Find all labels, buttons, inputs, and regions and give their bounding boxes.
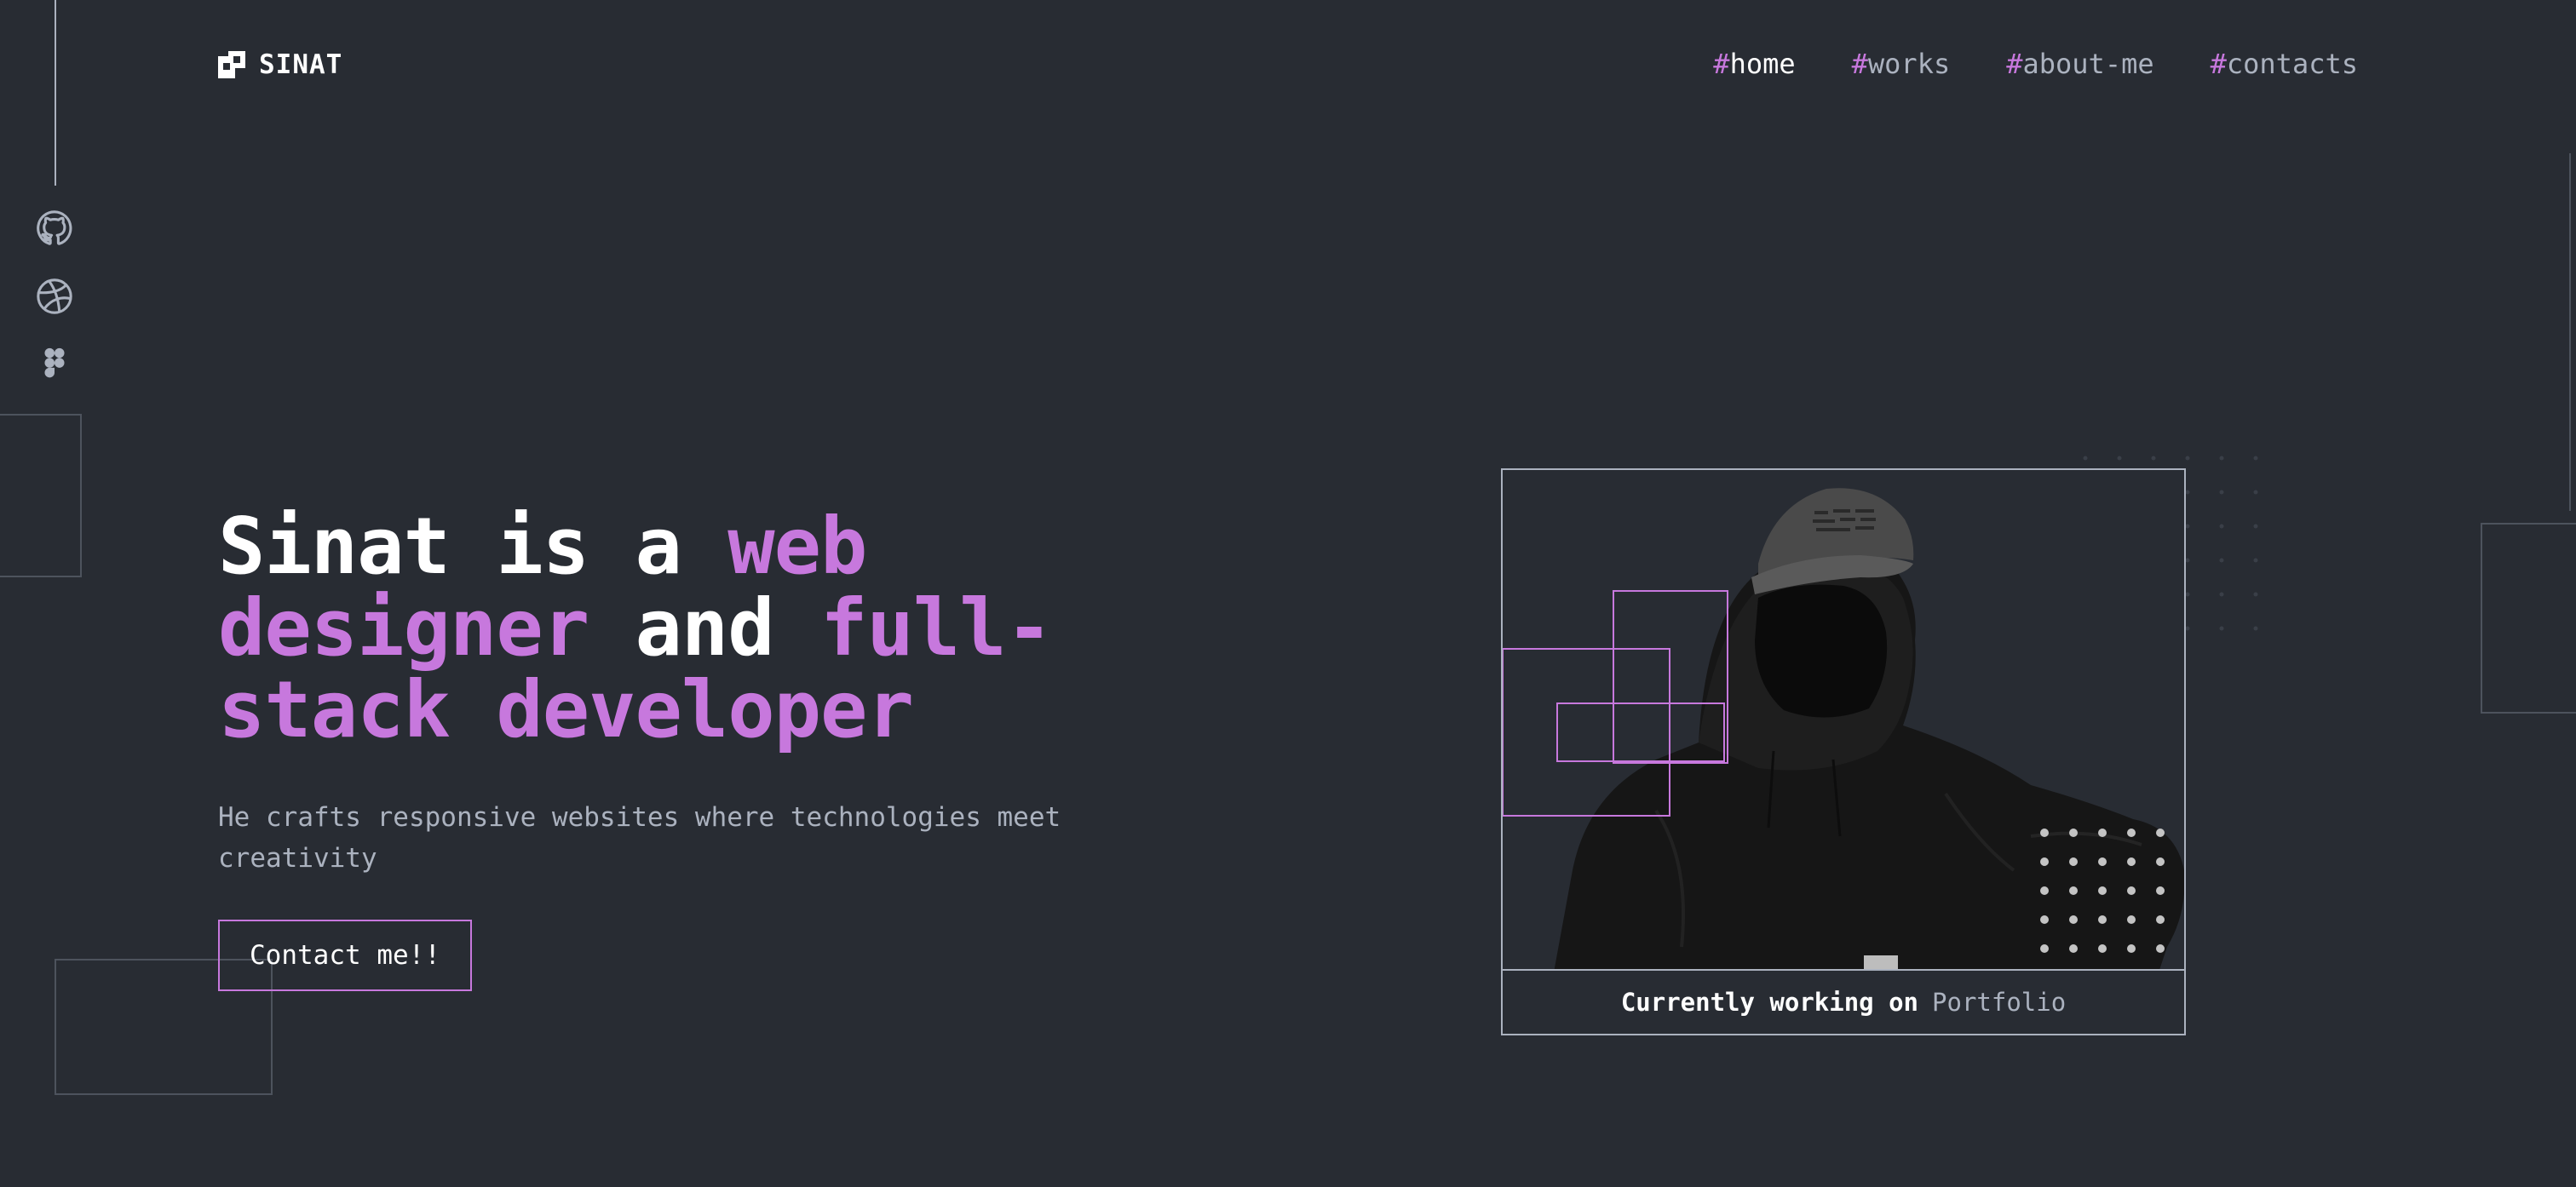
nav-label-works: works xyxy=(1867,48,1951,80)
logo[interactable]: SINAT xyxy=(218,49,342,80)
nav-label-about-me: about-me xyxy=(2022,48,2154,80)
status-project-name: Portfolio xyxy=(1932,988,2067,1017)
main-nav: #home #works #about-me #contacts xyxy=(1713,48,2358,80)
hero-subtitle: He crafts responsive websites where tech… xyxy=(218,802,1061,874)
nav-item-about-me[interactable]: #about-me xyxy=(2006,48,2153,80)
nav-hash: # xyxy=(1851,48,1868,80)
contact-me-button[interactable]: Contact me!! xyxy=(218,920,472,991)
hero-image-card xyxy=(1501,468,2186,971)
logo-text: SINAT xyxy=(259,49,343,80)
hero-portrait-image xyxy=(1503,488,2184,969)
logo-icon xyxy=(218,51,245,78)
github-icon[interactable] xyxy=(34,208,75,249)
decorative-line-right xyxy=(2569,153,2571,511)
decorative-box-left xyxy=(0,414,82,577)
headline-part: Sinat is a xyxy=(218,501,728,592)
media-divider-line xyxy=(55,0,56,186)
figma-icon[interactable] xyxy=(34,344,75,385)
nav-hash: # xyxy=(2210,48,2227,80)
nav-item-works[interactable]: #works xyxy=(1852,48,1951,80)
current-project-status: Currently working on Portfolio xyxy=(1501,971,2186,1035)
nav-item-home[interactable]: #home xyxy=(1713,48,1795,80)
headline-part: and xyxy=(589,582,821,674)
nav-hash: # xyxy=(2006,48,2023,80)
hooded-figure xyxy=(1554,488,2184,969)
nav-hash: # xyxy=(1713,48,1730,80)
nav-item-contacts[interactable]: #contacts xyxy=(2211,48,2358,80)
nav-label-home: home xyxy=(1729,48,1796,80)
hero-headline: Sinat is a web designer and full-stack d… xyxy=(218,506,1172,751)
cap-print xyxy=(1813,509,1876,531)
status-prefix: Currently working on xyxy=(1620,988,1919,1017)
dribbble-icon[interactable] xyxy=(34,276,75,317)
decorative-box-right xyxy=(2481,523,2576,714)
nav-label-contacts: contacts xyxy=(2226,48,2358,80)
